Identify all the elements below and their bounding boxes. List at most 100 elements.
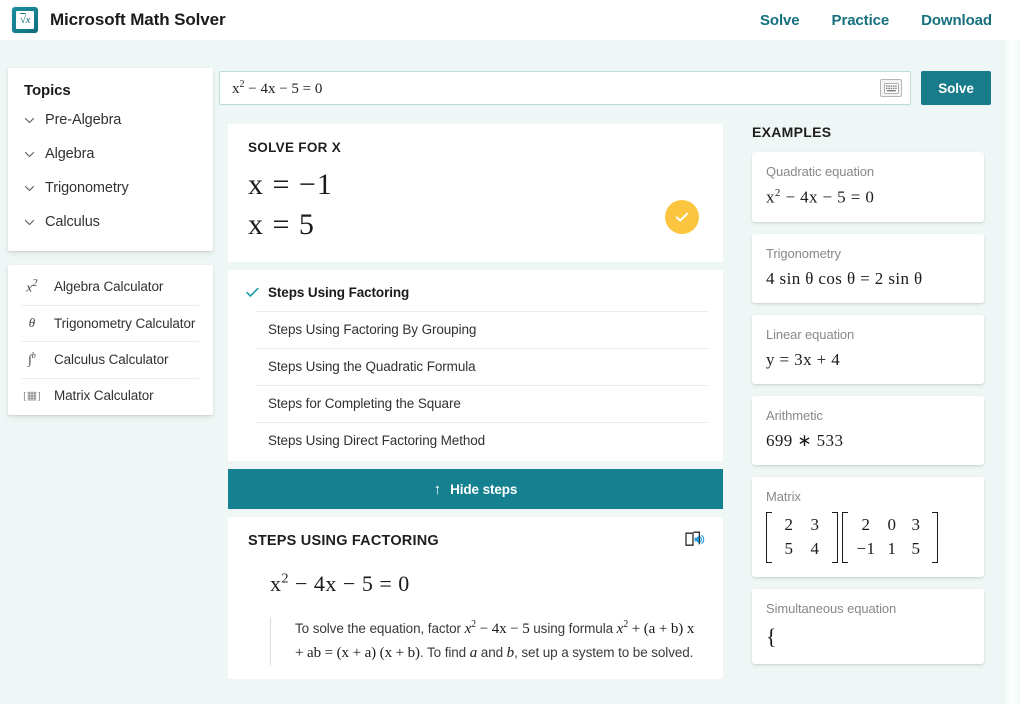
example-label: Matrix (766, 488, 801, 504)
topic-label: Calculus (45, 214, 100, 230)
example-card-arithmetic[interactable]: Arithmetic 699 ∗ 533 (752, 395, 984, 465)
bracket-right (932, 511, 938, 563)
matrix-cell: 4 (810, 539, 820, 559)
math-solver-logo-icon: √x (12, 7, 38, 33)
hide-steps-label: Hide steps (450, 481, 518, 497)
example-label: Arithmetic (766, 407, 823, 423)
example-card-trigonometry[interactable]: Trigonometry 4 sin θ cos θ = 2 sin θ (752, 233, 984, 303)
hide-steps-button[interactable]: ↑ Hide steps (228, 469, 723, 510)
example-card-simultaneous-equation[interactable]: Simultaneous equation { (752, 588, 984, 664)
chevron-down-icon (24, 183, 35, 194)
read-aloud-icon[interactable] (685, 531, 705, 548)
method-item-direct-factoring[interactable]: Steps Using Direct Factoring Method (228, 422, 723, 459)
math-input-field[interactable]: x2 − 4x − 5 = 0 (219, 71, 911, 105)
example-expression: x2 − 4x − 5 = 0 (766, 187, 875, 207)
matrix-cell: −1 (856, 539, 876, 559)
method-label: Steps for Completing the Square (268, 396, 461, 412)
calculator-label: Trigonometry Calculator (54, 315, 196, 331)
example-label: Simultaneous equation (766, 600, 897, 616)
method-item-completing-the-square[interactable]: Steps for Completing the Square (228, 385, 723, 422)
calculator-item-matrix[interactable]: [▦] Matrix Calculator (8, 377, 213, 413)
left-sidebar: Topics Pre-Algebra Algebra Trigonometry (8, 68, 213, 415)
matrix-cell: 2 (861, 514, 871, 534)
examples-heading: EXAMPLES (752, 124, 832, 140)
sidebar-topic-calculus[interactable]: Calculus (8, 205, 213, 239)
chevron-down-icon (24, 217, 35, 228)
answers-list: x = −1 x = 5 (248, 165, 703, 244)
examples-column: EXAMPLES Quadratic equation x2 − 4x − 5 … (752, 124, 984, 676)
answer-value: x = −1 (248, 168, 333, 201)
step-detail-equation: x2 − 4x − 5 = 0 (270, 571, 410, 597)
matrix-cell: 5 (784, 539, 794, 559)
calculator-item-trigonometry[interactable]: θ Trigonometry Calculator (8, 305, 213, 341)
matrix-cell: 2 (784, 514, 794, 534)
example-expression: 2 3 5 4 2 0 3 −1 1 5 (766, 511, 970, 563)
math-input-expression: x2 − 4x − 5 = 0 (232, 78, 323, 97)
top-navigation: Solve Practice Download (760, 12, 1020, 29)
calculator-label: Calculus Calculator (54, 351, 169, 367)
topics-panel: Topics Pre-Algebra Algebra Trigonometry (8, 68, 213, 251)
method-label: Steps Using Factoring (268, 285, 410, 301)
nav-link-download[interactable]: Download (921, 12, 992, 29)
panel-divider (228, 262, 723, 271)
example-label: Linear equation (766, 326, 855, 342)
matrix-cell: 1 (887, 539, 897, 559)
calculator-label: Matrix Calculator (54, 387, 154, 403)
methods-list: Steps Using Factoring Steps Using Factor… (228, 270, 723, 462)
matrix-b: 2 0 3 −1 1 5 (842, 511, 938, 563)
solution-heading: SOLVE FOR X (248, 140, 342, 155)
calculator-item-algebra[interactable]: x2 Algebra Calculator (8, 267, 213, 305)
top-header-bar: √x Microsoft Math Solver Solve Practice … (0, 0, 1020, 40)
step-detail-card: STEPS USING FACTORING x2 − 4x − 5 = 0 To… (228, 517, 723, 679)
matrix-b-grid: 2 0 3 −1 1 5 (848, 512, 932, 563)
matrix-cell: 3 (911, 514, 921, 534)
example-card-linear-equation[interactable]: Linear equation y = 3x + 4 (752, 314, 984, 384)
example-card-matrix[interactable]: Matrix 2 3 5 4 2 0 3 −1 1 5 (752, 476, 984, 577)
solution-card: SOLVE FOR X x = −1 x = 5 (228, 124, 723, 263)
brand-title: Microsoft Math Solver (50, 10, 226, 29)
calculators-panel: x2 Algebra Calculator θ Trigonometry Cal… (8, 265, 213, 415)
method-item-quadratic-formula[interactable]: Steps Using the Quadratic Formula (228, 348, 723, 385)
chevron-down-icon (24, 149, 35, 160)
app-root: √x Microsoft Math Solver Solve Practice … (0, 0, 1020, 704)
calculator-item-calculus[interactable]: ∫b Calculus Calculator (8, 341, 213, 377)
example-expression: 699 ∗ 533 (766, 430, 844, 450)
right-edge-band (1004, 40, 1020, 704)
topic-label: Trigonometry (45, 180, 129, 196)
matrix-a: 2 3 5 4 (766, 511, 838, 563)
example-card-quadratic-equation[interactable]: Quadratic equation x2 − 4x − 5 = 0 (752, 152, 984, 222)
method-item-factoring-by-grouping[interactable]: Steps Using Factoring By Grouping (228, 311, 723, 348)
bracket-right (832, 511, 838, 563)
check-icon (246, 287, 259, 298)
integral-icon: ∫b (28, 351, 36, 367)
nav-link-solve[interactable]: Solve (760, 12, 800, 29)
calculator-label: Algebra Calculator (54, 278, 164, 294)
brand[interactable]: √x Microsoft Math Solver (0, 7, 226, 33)
method-label: Steps Using Factoring By Grouping (268, 322, 477, 338)
step-detail-paragraph: To solve the equation, factor x2 − 4x − … (295, 619, 695, 661)
answer-value: x = 5 (248, 207, 315, 241)
algebra-calculator-icon: x2 (26, 277, 38, 295)
sidebar-topic-algebra[interactable]: Algebra (8, 137, 213, 171)
sidebar-topic-pre-algebra[interactable]: Pre-Algebra (8, 103, 213, 137)
method-label: Steps Using Direct Factoring Method (268, 433, 486, 449)
example-label: Trigonometry (766, 245, 841, 261)
matrix-icon: [▦] (23, 389, 41, 402)
topic-label: Pre-Algebra (45, 112, 122, 128)
search-row: x2 − 4x − 5 = 0 Solve (219, 71, 991, 105)
matrix-cell: 0 (887, 514, 897, 534)
keyboard-icon[interactable] (880, 79, 902, 97)
example-label: Quadratic equation (766, 164, 875, 179)
sidebar-topic-trigonometry[interactable]: Trigonometry (8, 171, 213, 205)
solve-button[interactable]: Solve (921, 71, 991, 105)
check-circle-icon (665, 200, 699, 234)
method-label: Steps Using the Quadratic Formula (268, 359, 476, 375)
logo-glyph: √x (20, 14, 30, 26)
topics-heading: Topics (24, 82, 71, 99)
example-expression: { (766, 623, 777, 649)
solution-column: SOLVE FOR X x = −1 x = 5 Steps Using Fac… (228, 124, 723, 679)
method-item-factoring[interactable]: Steps Using Factoring (228, 274, 723, 311)
nav-link-practice[interactable]: Practice (832, 12, 890, 29)
example-expression: y = 3x + 4 (766, 349, 841, 369)
matrix-a-grid: 2 3 5 4 (772, 512, 832, 563)
